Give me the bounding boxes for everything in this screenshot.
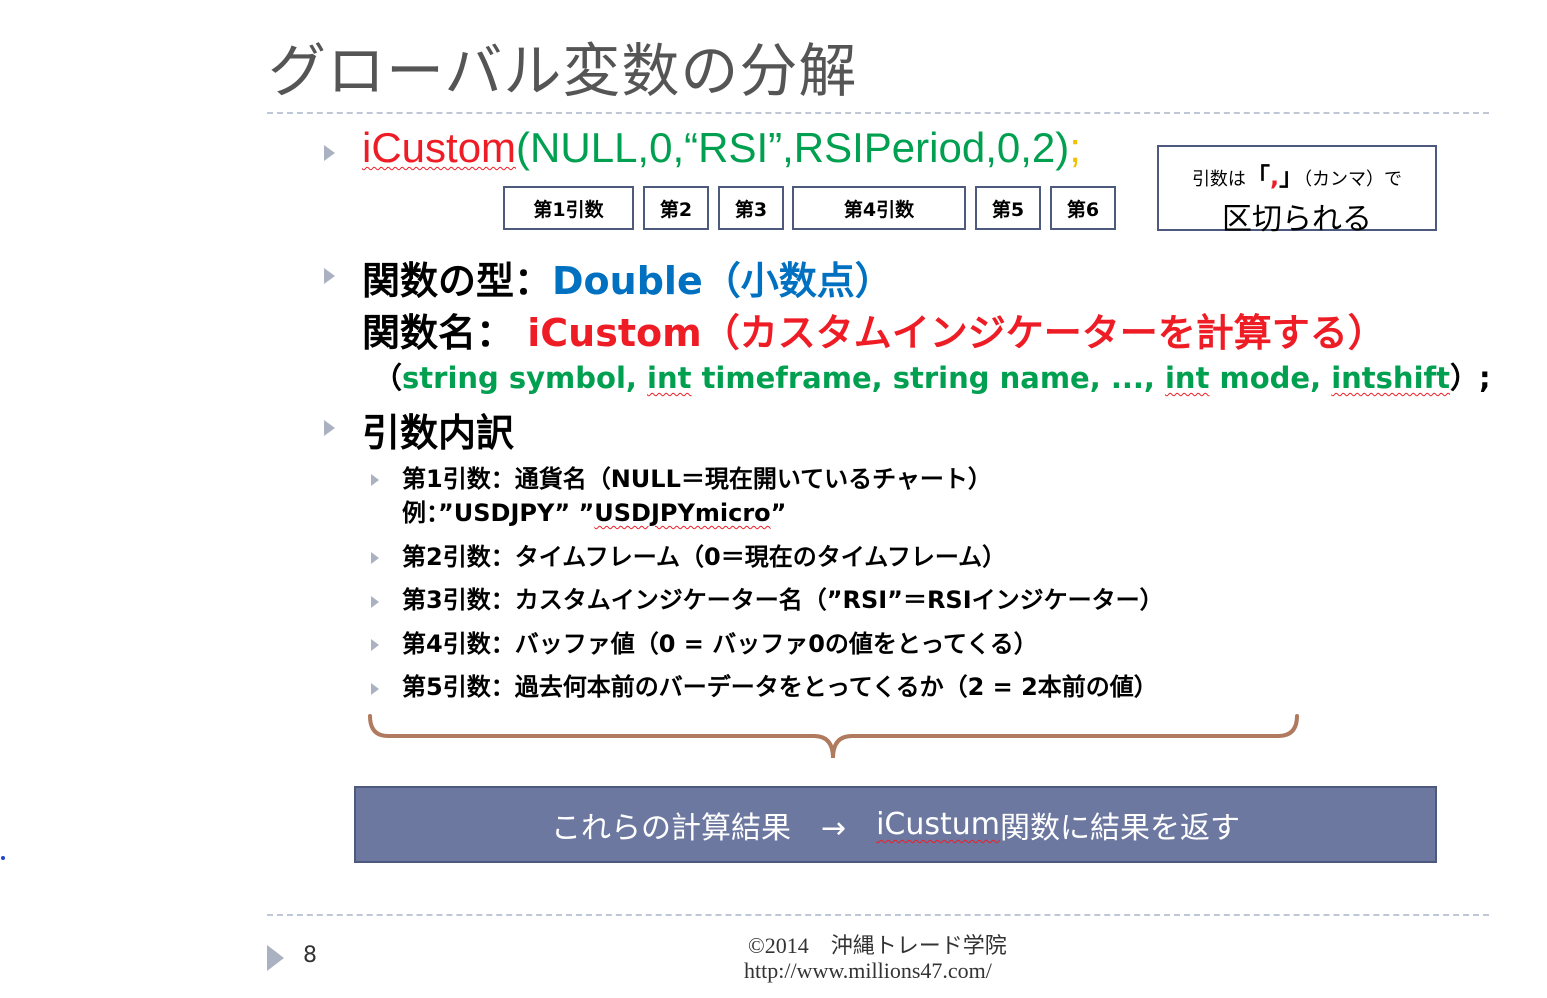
footer-copyright: ©2014 沖縄トレード学院 [748, 933, 1007, 958]
arg-item-1-line-2: 例：”USDJPY” ”USDJPYmicro” [402, 499, 787, 527]
banner-left-text: これらの計算結果 → [550, 810, 877, 846]
sig-param-3b: mode, [1209, 361, 1332, 395]
note-open-bracket: 「 [1245, 163, 1270, 191]
arg-box-2: 第2 [643, 186, 709, 230]
sig-param-1: string symbol, [402, 361, 648, 395]
note-comma: , [1269, 163, 1280, 191]
bullet-icon [371, 474, 379, 486]
curly-brace [368, 714, 1299, 759]
footer-url[interactable]: http://www.millions47.com/ [744, 958, 992, 984]
note-close-bracket: 」 [1279, 163, 1304, 191]
page-number: 8 [303, 943, 317, 968]
args-heading: 引数内訳 [362, 411, 515, 455]
stray-dot [1, 856, 5, 860]
func-type-value: Double（小数点） [552, 259, 893, 303]
sig-close: ）; [1450, 361, 1491, 395]
bullet-icon [371, 596, 379, 608]
slide-title: グローバル変数の分解 [268, 37, 858, 105]
code-line: iCustom(NULL,0,“RSI”,RSIPeriod,0,2); [362, 124, 1081, 172]
result-banner: これらの計算結果 → iCustum 関数に結果を返す [354, 786, 1437, 863]
bottom-divider [267, 914, 1489, 916]
arg-item-1-line-1: 第1引数：通貨名（NULL＝現在開いているチャート） [402, 465, 992, 493]
arg-box-6: 第6 [1050, 186, 1116, 230]
signature-line: （string symbol, int timeframe, string na… [373, 355, 1491, 397]
footer-bullet-icon [267, 945, 284, 971]
bullet-icon [371, 552, 379, 564]
func-type-label: 関数の型： [362, 259, 553, 303]
code-open: ( [516, 124, 531, 171]
arg-item-3: 第3引数：カスタムインジケーター名（”RSI”＝RSIインジケーター） [402, 586, 1164, 614]
sig-param-4: intshift [1331, 361, 1450, 395]
sig-param-3a: int [1164, 361, 1210, 395]
sig-param-2b: timeframe, string name, ..., [691, 361, 1165, 395]
func-type-line: 関数の型：Double（小数点） [362, 250, 893, 305]
bullet-icon [371, 683, 379, 695]
bullet-icon [371, 639, 379, 651]
sig-param-2a: int [647, 361, 692, 395]
arg-item-2: 第2引数：タイムフレーム（0＝現在のタイムフレーム） [402, 543, 1007, 571]
top-divider [267, 112, 1489, 114]
func-name-line: 関数名： iCustom（カスタムインジケーターを計算する） [362, 302, 1386, 357]
arg-box-1: 第1引数 [503, 186, 634, 230]
bullet-icon [324, 145, 335, 161]
banner-right-text: 関数に結果を返す [1000, 810, 1241, 846]
arg-box-3: 第3 [718, 186, 784, 230]
sig-open: （ [373, 361, 403, 395]
bullet-icon [324, 268, 335, 284]
note-line-2: 区切られる [1222, 202, 1372, 237]
code-args: NULL,0,“RSI”,RSIPeriod,0,2 [530, 124, 1056, 171]
note-suffix: （カンマ）で [1303, 169, 1403, 190]
comma-note-box: 引数は「,」（カンマ）で 区切られる [1157, 145, 1437, 237]
code-func: iCustom [362, 124, 517, 171]
banner-func-name: iCustum [876, 807, 1001, 842]
note-prefix: 引数は [1191, 169, 1246, 190]
bullet-icon [324, 420, 335, 436]
arg-item-4: 第4引数：バッファ値（0 = バッファ0の値をとってくる） [402, 630, 1038, 658]
func-name-value: iCustom（カスタムインジケーターを計算する） [527, 311, 1386, 355]
note-line-1: 引数は「,」（カンマ）で [1159, 157, 1435, 192]
code-tail: ; [1069, 124, 1081, 171]
arg-item-5: 第5引数：過去何本前のバーデータをとってくるか（2 = 2本前の値） [402, 673, 1158, 701]
arg-item-1: 第1引数：通貨名（NULL＝現在開いているチャート） 例：”USDJPY” ”U… [402, 462, 992, 530]
code-close: ) [1055, 124, 1070, 171]
func-name-label: 関数名： [362, 311, 515, 355]
arg-box-4: 第4引数 [792, 186, 966, 230]
arg-box-5: 第5 [975, 186, 1041, 230]
